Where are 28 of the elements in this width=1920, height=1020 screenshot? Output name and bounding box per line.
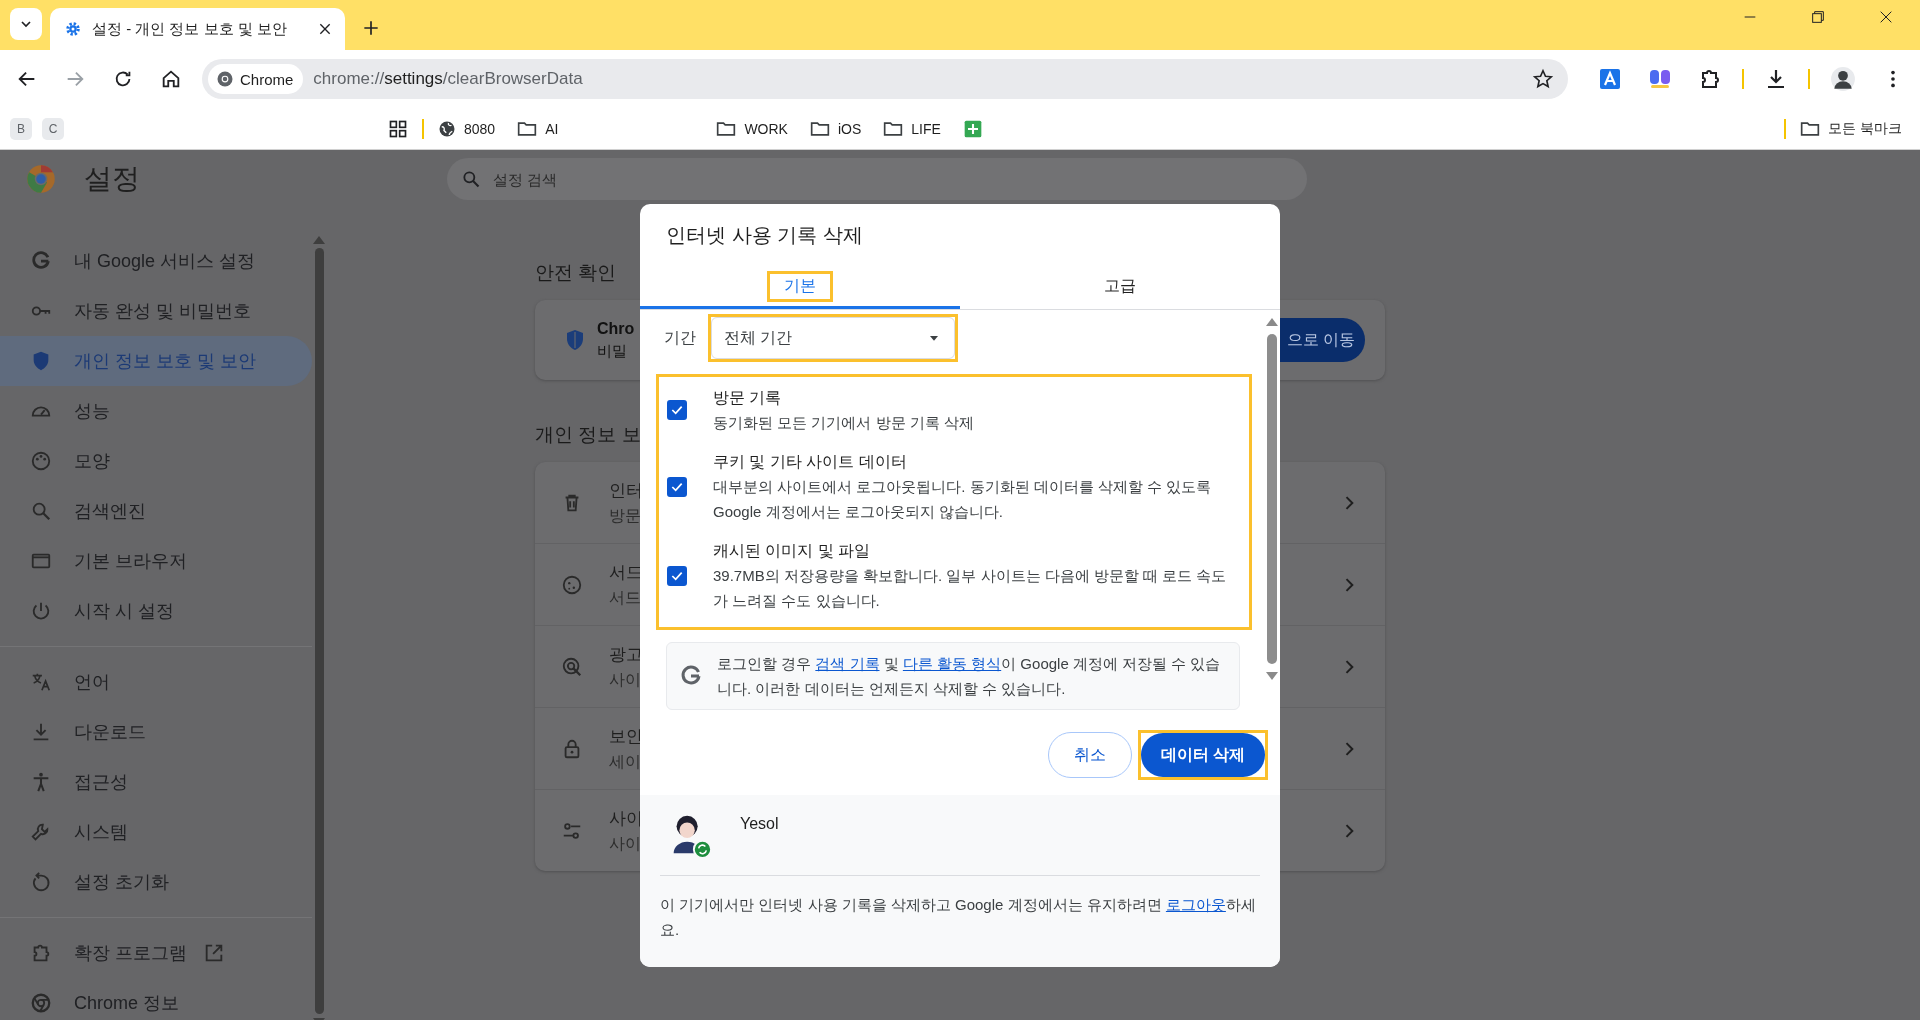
- option-title: 캐시된 이미지 및 파일: [713, 541, 872, 561]
- card-title: Chro: [597, 319, 635, 338]
- row-subtitle: 서드: [609, 587, 642, 608]
- option-title: 쿠키 및 기타 사이트 데이터: [713, 452, 908, 472]
- row-title: 인터: [609, 479, 643, 502]
- option-description: 대부분의 사이트에서 로그아웃됩니다. 동기화된 데이터를 삭제할 수 있도록 Google 계정에서는 로그아웃되지 않습니다.: [713, 477, 1213, 522]
- period-label: 기간: [664, 327, 696, 348]
- tab-title: 설정 - 개인 정보 보호 및 보안: [92, 19, 288, 39]
- row-title: 사이: [609, 807, 643, 830]
- url-text: chrome://settings/clearBrowserData: [313, 69, 583, 89]
- notice-text: 로그인할 경우 검색 기록 및 다른 활동 형식이 Google 계정에 저장될 수 있습니다. 이러한 데이터는 언제든지 삭제할 수 있습니다.: [717, 654, 1222, 699]
- dialog-title: 인터넷 사용 기록 삭제: [665, 223, 864, 248]
- row-title: 광고: [609, 643, 643, 666]
- option-title: 방문 기록: [713, 388, 783, 408]
- account-name: Yesol: [740, 815, 779, 833]
- section-heading: 개인 정보 보: [535, 423, 641, 447]
- section-heading: 안전 확인: [535, 261, 617, 285]
- row-title: 서드: [609, 561, 643, 584]
- footer-text: 이 기기에서만 인터넷 사용 기록을 삭제하고 Google 계정에서는 유지하려면 로그아웃하세요.: [660, 895, 1257, 940]
- row-subtitle: 사이: [609, 833, 642, 854]
- option-description: 동기화된 모든 기기에서 방문 기록 삭제: [713, 413, 974, 433]
- row-title: 보안: [609, 725, 643, 748]
- row-subtitle: 방문: [609, 505, 642, 526]
- row-subtitle: 사이: [609, 669, 642, 690]
- row-subtitle: 세이: [609, 751, 642, 772]
- card-subtitle: 비밀: [597, 341, 628, 361]
- option-description: 39.7MB의 저장용량을 확보합니다. 일부 사이트는 다음에 방문할 때 로드 속도가 느려질 수도 있습니다.: [713, 566, 1228, 611]
- settings-title: 설정: [84, 162, 141, 196]
